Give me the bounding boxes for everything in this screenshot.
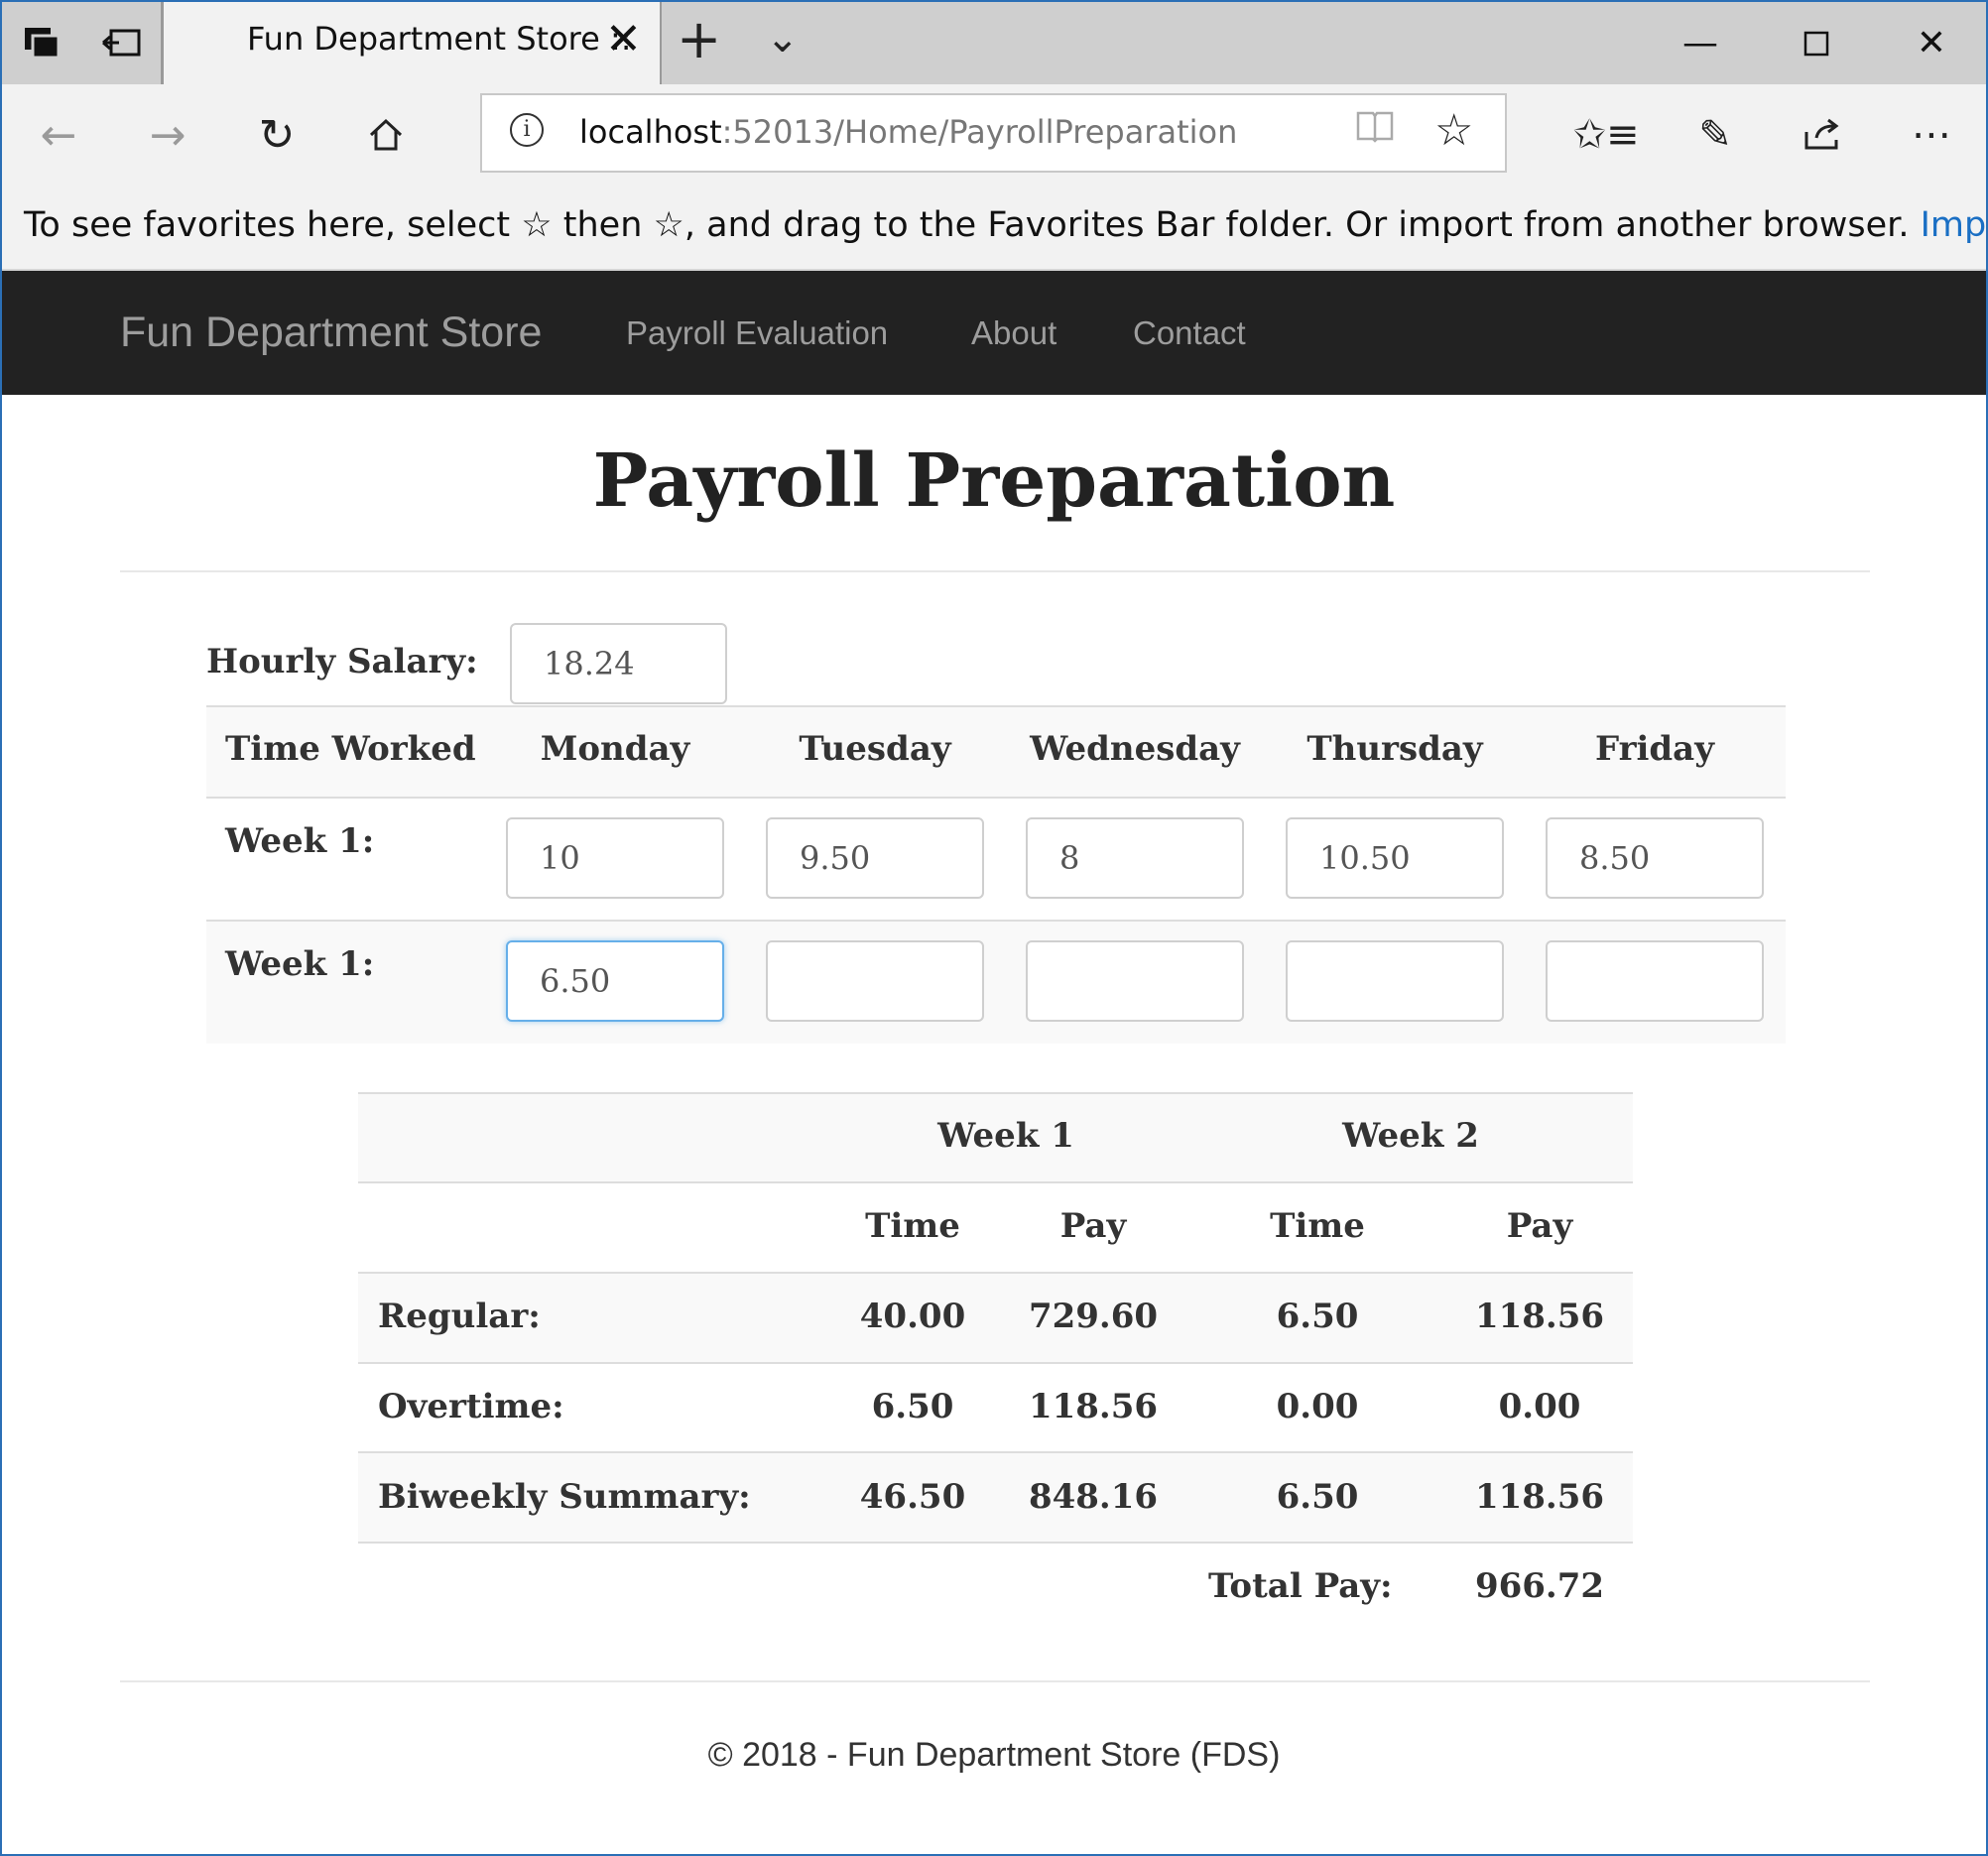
biweekly-week1-time: 46.50 [859,1477,966,1517]
regular-week1-time: 40.00 [859,1297,966,1336]
nav-payroll-evaluation[interactable]: Payroll Evaluation [626,314,888,352]
window-close-icon[interactable]: ✕ [1877,2,1986,84]
import-favorites-link[interactable]: Import favorites [1921,205,1986,245]
back-icon[interactable]: ← [24,100,93,170]
hourly-salary-input[interactable]: 18.24 [510,623,727,704]
week-row-label: Week 1: [225,821,375,861]
tab-manager-icon[interactable] [2,2,83,84]
week2-friday-input[interactable] [1546,940,1764,1022]
refresh-icon[interactable]: ↻ [242,100,311,170]
tab-title: Fun Department Store :: [247,20,632,58]
nav-contact[interactable]: Contact [1133,314,1246,352]
overtime-week2-time: 0.00 [1276,1387,1359,1426]
time-worked-header: Time Worked [225,729,476,769]
week2-monday-input[interactable]: 6.50 [506,940,724,1022]
day-header-wednesday: Wednesday [1030,729,1240,769]
week1-thursday-input[interactable]: 10.50 [1286,817,1504,899]
overtime-week1-pay: 118.56 [1028,1387,1159,1426]
day-header-monday: Monday [540,729,690,769]
url-path: :52013/Home/PayrollPreparation [721,113,1238,151]
hourly-salary-label: Hourly Salary: [206,642,478,681]
favorites-hub-icon[interactable]: ✩≡ [1571,100,1641,170]
week-row-label: Week 1: [225,944,375,984]
overtime-label: Overtime: [378,1387,564,1426]
biweekly-week2-pay: 118.56 [1474,1477,1605,1517]
title-divider [120,570,1870,572]
set-tabs-aside-icon[interactable] [81,2,163,84]
total-pay-value: 966.72 [1474,1566,1605,1606]
reading-view-icon[interactable] [1355,109,1395,153]
favorites-hint-text: To see favorites here, select ☆ then ☆, … [24,205,1910,245]
address-bar[interactable]: i localhost:52013/Home/PayrollPreparatio… [480,93,1507,173]
site-navbar: Fun Department Store Payroll Evaluation … [2,271,1986,395]
url-text[interactable]: localhost:52013/Home/PayrollPreparation [579,113,1237,151]
browser-tab-active[interactable]: Fun Department Store :: ✕ [164,2,660,84]
minimize-icon[interactable]: — [1646,2,1755,84]
page-title: Payroll Preparation [592,438,1396,524]
nav-about[interactable]: About [971,314,1056,352]
week1-wednesday-input[interactable]: 8 [1026,817,1244,899]
maximize-icon[interactable] [1762,2,1871,84]
footer-copyright: © 2018 - Fun Department Store (FDS) [707,1736,1281,1774]
overtime-week1-time: 6.50 [871,1387,954,1426]
browser-navigation-bar: ← → ↻ i localhost:52013/Home/PayrollPrep… [2,84,1986,184]
summary-week1-header: Week 1 [937,1116,1074,1156]
summary-week2-header: Week 2 [1342,1116,1479,1156]
regular-week1-pay: 729.60 [1028,1297,1159,1336]
add-favorite-star-icon[interactable]: ☆ [1434,105,1473,156]
browser-tab-bar: Fun Department Store :: ✕ + ⌄ — ✕ [2,2,1986,84]
summary-week2-pay-header: Pay [1506,1206,1573,1246]
tab-close-icon[interactable]: ✕ [605,14,642,64]
day-header-friday: Friday [1595,729,1714,769]
week1-tuesday-input[interactable]: 9.50 [766,817,984,899]
biweekly-week2-time: 6.50 [1276,1477,1359,1517]
new-tab-icon[interactable]: + [677,8,721,70]
total-pay-label: Total Pay: [1208,1566,1393,1606]
tab-preview-chevron-icon[interactable]: ⌄ [766,16,800,62]
summary-week2-time-header: Time [1270,1206,1365,1246]
brand-link[interactable]: Fun Department Store [120,309,542,357]
biweekly-week1-pay: 848.16 [1028,1477,1159,1517]
day-header-tuesday: Tuesday [799,729,951,769]
week1-monday-input[interactable]: 10 [506,817,724,899]
week2-tuesday-input[interactable] [766,940,984,1022]
summary-week1-pay-header: Pay [1059,1206,1127,1246]
footer-divider [120,1680,1870,1682]
pen-notes-icon[interactable]: ✎ [1680,100,1750,170]
home-icon[interactable] [351,100,421,170]
biweekly-summary-label: Biweekly Summary: [378,1477,751,1517]
forward-icon[interactable]: → [133,100,202,170]
week1-friday-input[interactable]: 8.50 [1546,817,1764,899]
summary-week1-time-header: Time [865,1206,960,1246]
regular-label: Regular: [378,1297,541,1336]
regular-week2-time: 6.50 [1276,1297,1359,1336]
overtime-week2-pay: 0.00 [1498,1387,1581,1426]
more-options-icon[interactable]: ⋯ [1897,100,1966,170]
week2-thursday-input[interactable] [1286,940,1504,1022]
day-header-thursday: Thursday [1306,729,1483,769]
week2-wednesday-input[interactable] [1026,940,1244,1022]
regular-week2-pay: 118.56 [1474,1297,1605,1336]
site-info-icon[interactable]: i [510,113,544,147]
favorites-bar: To see favorites here, select ☆ then ☆, … [2,184,1986,271]
url-host: localhost [579,113,722,151]
share-icon[interactable] [1788,100,1857,170]
